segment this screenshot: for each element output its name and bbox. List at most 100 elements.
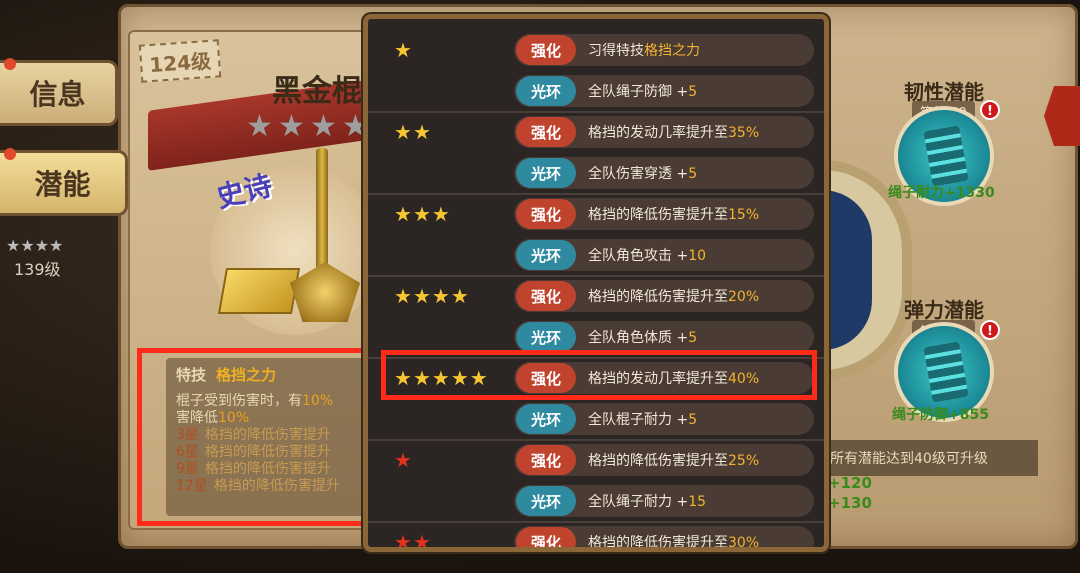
star-icon: ★ — [450, 284, 469, 308]
bonus-value: 15% — [728, 207, 760, 223]
bonus-text: 格挡的降低伤害提升至15% — [588, 204, 759, 224]
potential-bonus-1: +120 — [828, 474, 872, 492]
highlight-box-five-star — [381, 350, 817, 400]
bonus-text: 习得特技格挡之力 — [588, 40, 700, 60]
tab-potential-label: 潜能 — [34, 168, 91, 201]
companion-stars: ★★★★ — [6, 236, 64, 255]
bonus-text: 全队棍子耐力 +5 — [588, 409, 697, 429]
bonus-label: 格挡的降低伤害提升至 — [588, 453, 728, 469]
bonus-label: 格挡的降低伤害提升至 — [588, 207, 728, 223]
aura-tag: 光环 — [516, 76, 576, 106]
bonus-pill: 光环 全队棍子耐力 +5 — [514, 403, 814, 435]
row-star-rating: ★ — [394, 40, 412, 60]
star-bonus-row: ★ 强化 格挡的降低伤害提升至25% — [368, 439, 824, 481]
enhance-tag: 强化 — [516, 117, 576, 147]
hero-star-rating: ★ ★ ★ ★ — [246, 112, 372, 142]
bonus-pill: 强化 格挡的降低伤害提升至20% — [514, 280, 814, 312]
bonus-pill: 光环 全队角色攻击 +10 — [514, 239, 814, 271]
aura-tag: 光环 — [516, 240, 576, 270]
hero-level-tag: 124级 — [138, 39, 222, 83]
star-icon: ★ — [394, 284, 412, 308]
potential-2-name: 弹力潜能 — [904, 298, 984, 322]
bonus-value: 10 — [688, 248, 707, 264]
row-divider — [368, 275, 824, 277]
bonus-label: 全队绳子耐力 + — [588, 494, 689, 510]
star-icon: ★ — [278, 109, 305, 144]
tab-info-alert-dot — [4, 58, 16, 70]
tab-info-label: 信息 — [29, 78, 86, 111]
star-bonus-row: 光环 全队伤害穿透 +5 — [368, 153, 824, 194]
aura-tag: 光环 — [516, 158, 576, 188]
bonus-label: 格挡的发动几率提升至 — [588, 125, 728, 141]
aura-tag: 光环 — [516, 486, 576, 516]
bonus-pill: 强化 格挡的降低伤害提升至25% — [514, 444, 814, 476]
bonus-pill: 强化 习得特技格挡之力 — [514, 34, 814, 66]
star-icon: ★ — [394, 448, 412, 472]
bonus-value: 5 — [688, 330, 698, 346]
row-divider — [368, 521, 824, 523]
bonus-value: 15 — [688, 494, 707, 510]
row-divider — [368, 111, 824, 113]
exclamation-icon: ! — [980, 320, 1000, 340]
game-screen: 信息 潜能 ★★★★ 139级 124级 黑金棍 ★ ★ ★ ★ 史诗 特技 格挡… — [0, 0, 1080, 573]
potential-notice: 所有潜能达到40级可升级 — [822, 440, 1038, 476]
star-icon: ★ — [431, 202, 450, 226]
bonus-value: 5 — [688, 84, 698, 100]
row-star-rating: ★ ★ ★ ★ — [394, 286, 469, 306]
bonus-text: 格挡的降低伤害提升至25% — [588, 450, 759, 470]
bonus-value: 25% — [728, 453, 760, 469]
row-divider — [368, 193, 824, 195]
bonus-pill: 强化 格挡的降低伤害提升至30% — [514, 526, 814, 551]
star-icon: ★ — [412, 530, 431, 552]
hero-name: 黑金棍 — [272, 74, 362, 109]
row-star-rating: ★ — [394, 450, 412, 470]
star-bonus-row: 光环 全队角色攻击 +10 — [368, 235, 824, 276]
bonus-text: 全队伤害穿透 +5 — [588, 163, 697, 183]
aura-tag: 光环 — [516, 322, 576, 352]
rope-icon — [923, 125, 969, 187]
star-icon: ★ — [246, 109, 273, 144]
bonus-text: 格挡的降低伤害提升至30% — [588, 532, 760, 551]
companion-level: 139级 — [14, 260, 61, 279]
bonus-text: 全队绳子耐力 +15 — [588, 491, 706, 511]
bonus-label: 全队棍子耐力 + — [588, 412, 689, 428]
bonus-value: 35% — [728, 125, 760, 141]
enhance-tag: 强化 — [516, 445, 576, 475]
potential-ring-inner — [822, 190, 872, 350]
bonus-text: 格挡的降低伤害提升至20% — [588, 286, 759, 306]
row-star-rating: ★ ★ — [394, 122, 431, 142]
star-bonus-list: ★ 强化 习得特技格挡之力 光环 全队绳子防御 +5 ★ ★ 强化 格挡的发动几率提升至35% 光… — [368, 19, 824, 552]
enhance-tag: 强化 — [516, 35, 576, 65]
bonus-label: 全队伤害穿透 + — [588, 166, 689, 182]
gold-block-icon — [217, 268, 301, 314]
star-bonus-row: 光环 全队绳子耐力 +15 — [368, 481, 824, 522]
star-icon: ★ — [431, 284, 450, 308]
bonus-value: 5 — [688, 412, 698, 428]
star-bonus-popup: ★ 强化 习得特技格挡之力 光环 全队绳子防御 +5 ★ ★ 强化 格挡的发动几率提升至35% 光… — [363, 14, 829, 552]
star-icon: ★ — [394, 120, 412, 144]
star-bonus-row: ★ ★ ★ ★ 强化 格挡的降低伤害提升至20% — [368, 275, 824, 317]
row-divider — [368, 439, 824, 441]
star-icon: ★ — [394, 38, 412, 62]
bonus-text: 全队角色攻击 +10 — [588, 245, 706, 265]
tab-potential[interactable]: 潜能 — [0, 150, 128, 216]
bonus-value: 5 — [688, 166, 698, 182]
tab-info[interactable]: 信息 — [0, 60, 118, 126]
bonus-pill: 光环 全队角色体质 +5 — [514, 321, 814, 353]
star-bonus-row: ★ 强化 习得特技格挡之力 — [368, 30, 824, 71]
star-icon: ★ — [394, 530, 412, 552]
bonus-label: 格挡的降低伤害提升至 — [588, 289, 728, 305]
star-bonus-row: ★ ★ ★ 强化 格挡的降低伤害提升至15% — [368, 193, 824, 235]
star-icon: ★ — [412, 120, 431, 144]
exclamation-icon: ! — [980, 100, 1000, 120]
bonus-text: 格挡的发动几率提升至35% — [588, 122, 759, 142]
bonus-value: 30% — [728, 535, 760, 551]
enhance-tag: 强化 — [516, 199, 576, 229]
bonus-pill: 强化 格挡的降低伤害提升至15% — [514, 198, 814, 230]
bonus-pill: 光环 全队伤害穿透 +5 — [514, 157, 814, 189]
tab-potential-alert-dot — [4, 148, 16, 160]
bonus-label: 格挡的降低伤害提升至 — [588, 535, 728, 551]
potential-bonus-2: +130 — [828, 494, 872, 512]
bonus-label: 习得特技 — [588, 43, 644, 59]
bonus-label: 全队角色体质 + — [588, 330, 689, 346]
